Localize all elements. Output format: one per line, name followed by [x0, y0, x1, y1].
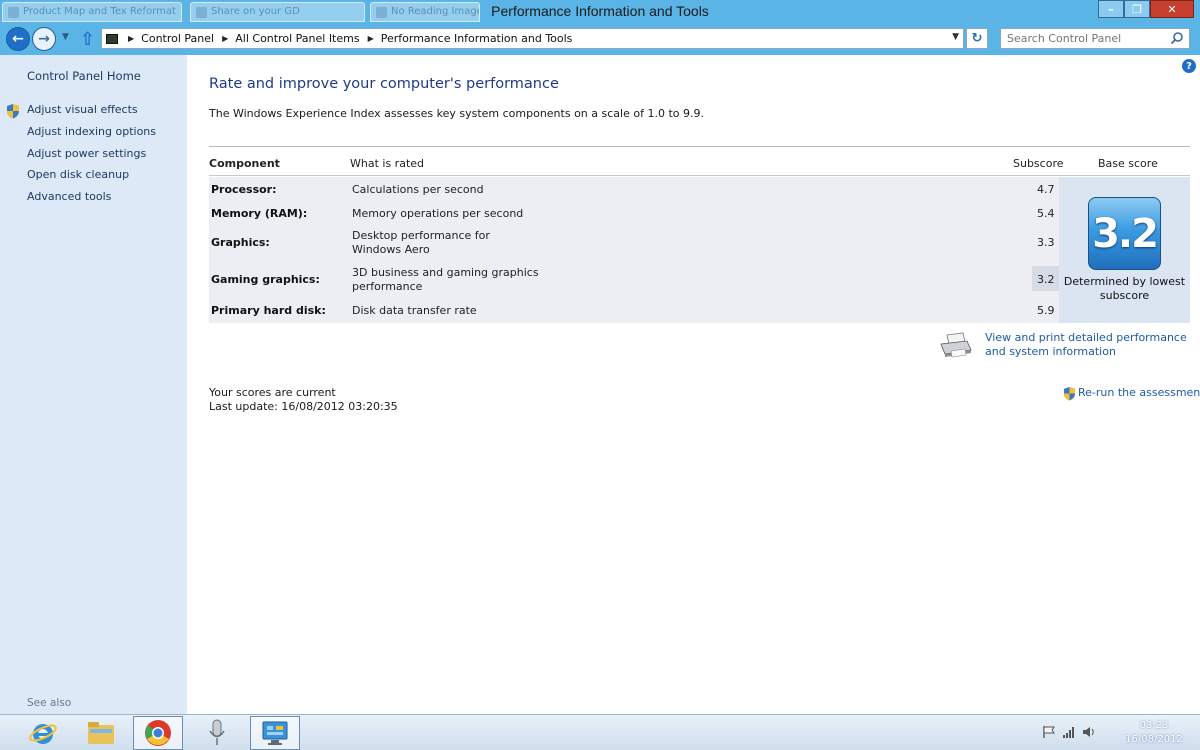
- title-bar: Product Map and Tex Reformat Share on yo…: [0, 0, 1200, 24]
- rated-description: Memory operations per second: [352, 207, 524, 220]
- rated-description: Disk data transfer rate: [352, 304, 477, 317]
- component-name: Processor:: [211, 183, 277, 196]
- base-score-panel: 3.2 Determined by lowest subscore: [1059, 177, 1190, 323]
- scores-status: Your scores are current: [209, 386, 336, 399]
- close-button[interactable]: ✕: [1150, 0, 1194, 18]
- intro-text: The Windows Experience Index assesses ke…: [209, 107, 704, 120]
- window-title: Performance Information and Tools: [491, 3, 709, 19]
- breadcrumb-all-items[interactable]: ▶ All Control Panel Items: [222, 32, 360, 45]
- component-name: Memory (RAM):: [211, 207, 308, 220]
- component-name: Graphics:: [211, 236, 270, 249]
- table-row: Gaming graphics: 3D business and gaming …: [209, 266, 1059, 296]
- search-input[interactable]: [1000, 28, 1190, 49]
- subscore-value: 4.7: [1037, 183, 1055, 196]
- shield-icon[interactable]: [1063, 386, 1076, 401]
- sidebar-item-visual-effects[interactable]: Adjust visual effects: [27, 103, 138, 116]
- taskbar-file-explorer[interactable]: [76, 716, 126, 750]
- component-name: Primary hard disk:: [211, 304, 326, 317]
- breadcrumb-separator-icon[interactable]: ▶: [222, 34, 228, 43]
- column-header-what: What is rated: [350, 157, 425, 170]
- see-also-heading: See also: [27, 697, 72, 709]
- main-content: ? Rate and improve your computer's perfo…: [187, 55, 1200, 714]
- minimize-button[interactable]: –: [1098, 0, 1124, 18]
- network-icon[interactable]: [1062, 725, 1076, 739]
- file-explorer-icon: [88, 722, 114, 744]
- help-icon[interactable]: ?: [1182, 59, 1196, 73]
- sidebar: Control Panel Home Adjust visual effects…: [0, 55, 187, 714]
- rerun-assessment-link[interactable]: Re-run the assessment: [1078, 386, 1200, 399]
- back-button[interactable]: ←: [6, 27, 30, 51]
- microphone-icon: [209, 719, 225, 745]
- restore-button[interactable]: ❐: [1124, 0, 1150, 18]
- taskbar-clock[interactable]: 03:23 16/08/2012: [1118, 719, 1190, 747]
- sidebar-item-disk-cleanup[interactable]: Open disk cleanup: [27, 168, 129, 181]
- breadcrumb-control-panel[interactable]: ▶ Control Panel: [128, 32, 214, 45]
- chevron-down-icon[interactable]: ▼: [952, 32, 959, 42]
- computer-icon: [106, 33, 118, 44]
- breadcrumb-label: Control Panel: [141, 32, 215, 45]
- clock-date: 16/08/2012: [1125, 734, 1183, 745]
- table-header: Component What is rated Subscore Base sc…: [209, 146, 1190, 176]
- breadcrumb-separator-icon[interactable]: ▶: [368, 34, 374, 43]
- refresh-button[interactable]: ↻: [966, 28, 988, 49]
- taskbar-internet-explorer[interactable]: [18, 716, 68, 750]
- base-score-badge: 3.2: [1088, 197, 1161, 270]
- sidebar-item-power[interactable]: Adjust power settings: [27, 147, 146, 160]
- breadcrumb-performance[interactable]: ▶ Performance Information and Tools: [368, 32, 573, 45]
- breadcrumb-separator-icon[interactable]: ▶: [128, 34, 134, 43]
- last-update: Last update: 16/08/2012 03:20:35: [209, 400, 398, 413]
- table-row: Primary hard disk: Disk data transfer ra…: [209, 304, 1059, 322]
- taskbar: 03:23 16/08/2012: [0, 714, 1200, 750]
- subscore-value: 3.2: [1037, 273, 1055, 286]
- column-header-component: Component: [209, 157, 280, 170]
- table-row: Graphics: Desktop performance for Window…: [209, 229, 1059, 259]
- component-name: Gaming graphics:: [211, 273, 320, 286]
- shield-icon: [7, 104, 19, 119]
- breadcrumb-label: Performance Information and Tools: [380, 32, 573, 45]
- sidebar-item-indexing[interactable]: Adjust indexing options: [27, 125, 156, 138]
- chrome-icon: [145, 720, 171, 746]
- rated-description: Desktop performance for Windows Aero: [352, 229, 490, 256]
- address-bar[interactable]: ▶ Control Panel ▶ All Control Panel Items …: [101, 28, 964, 49]
- subscore-value: 5.4: [1037, 207, 1055, 220]
- system-tray: [1042, 725, 1108, 739]
- base-score-caption: Determined by lowest subscore: [1063, 275, 1186, 302]
- navigation-bar: ← → ▼ ⇧ ▶ Control Panel ▶ All Control Pane…: [0, 24, 1200, 55]
- subscore-value: 3.3: [1037, 236, 1055, 249]
- clock-time: 03:23: [1139, 720, 1169, 731]
- column-header-base-score: Base score: [1098, 157, 1158, 170]
- print-details-link[interactable]: View and print detailed performance and …: [985, 331, 1195, 359]
- rated-description: 3D business and gaming graphics performa…: [352, 266, 539, 293]
- page-title: Rate and improve your computer's perform…: [209, 76, 559, 92]
- column-header-subscore: Subscore: [1013, 157, 1064, 170]
- speaker-icon[interactable]: [1082, 725, 1096, 739]
- taskbar-chrome[interactable]: [133, 716, 183, 750]
- table-row: Processor: Calculations per second 4.7: [209, 183, 1059, 203]
- search-icon[interactable]: [1170, 31, 1184, 45]
- recent-locations-dropdown[interactable]: ▼: [62, 32, 69, 42]
- breadcrumb-label: All Control Panel Items: [235, 32, 360, 45]
- subscore-value: 5.9: [1037, 304, 1055, 317]
- forward-button[interactable]: →: [32, 27, 56, 51]
- printer-icon[interactable]: [939, 332, 973, 360]
- sidebar-item-home[interactable]: Control Panel Home: [27, 69, 141, 83]
- sidebar-item-advanced-tools[interactable]: Advanced tools: [27, 190, 111, 203]
- up-button[interactable]: ⇧: [80, 29, 95, 50]
- score-table: Component What is rated Subscore Base sc…: [209, 146, 1190, 323]
- rated-description: Calculations per second: [352, 183, 484, 196]
- flag-icon[interactable]: [1042, 725, 1056, 739]
- taskbar-sound-recorder[interactable]: [192, 716, 242, 750]
- control-panel-icon: [262, 721, 288, 745]
- taskbar-control-panel[interactable]: [250, 716, 300, 750]
- window-controls: – ❐ ✕: [1098, 0, 1194, 18]
- table-row: Memory (RAM): Memory operations per seco…: [209, 207, 1059, 227]
- internet-explorer-icon: [29, 724, 57, 744]
- table-body: Processor: Calculations per second 4.7 M…: [209, 177, 1059, 323]
